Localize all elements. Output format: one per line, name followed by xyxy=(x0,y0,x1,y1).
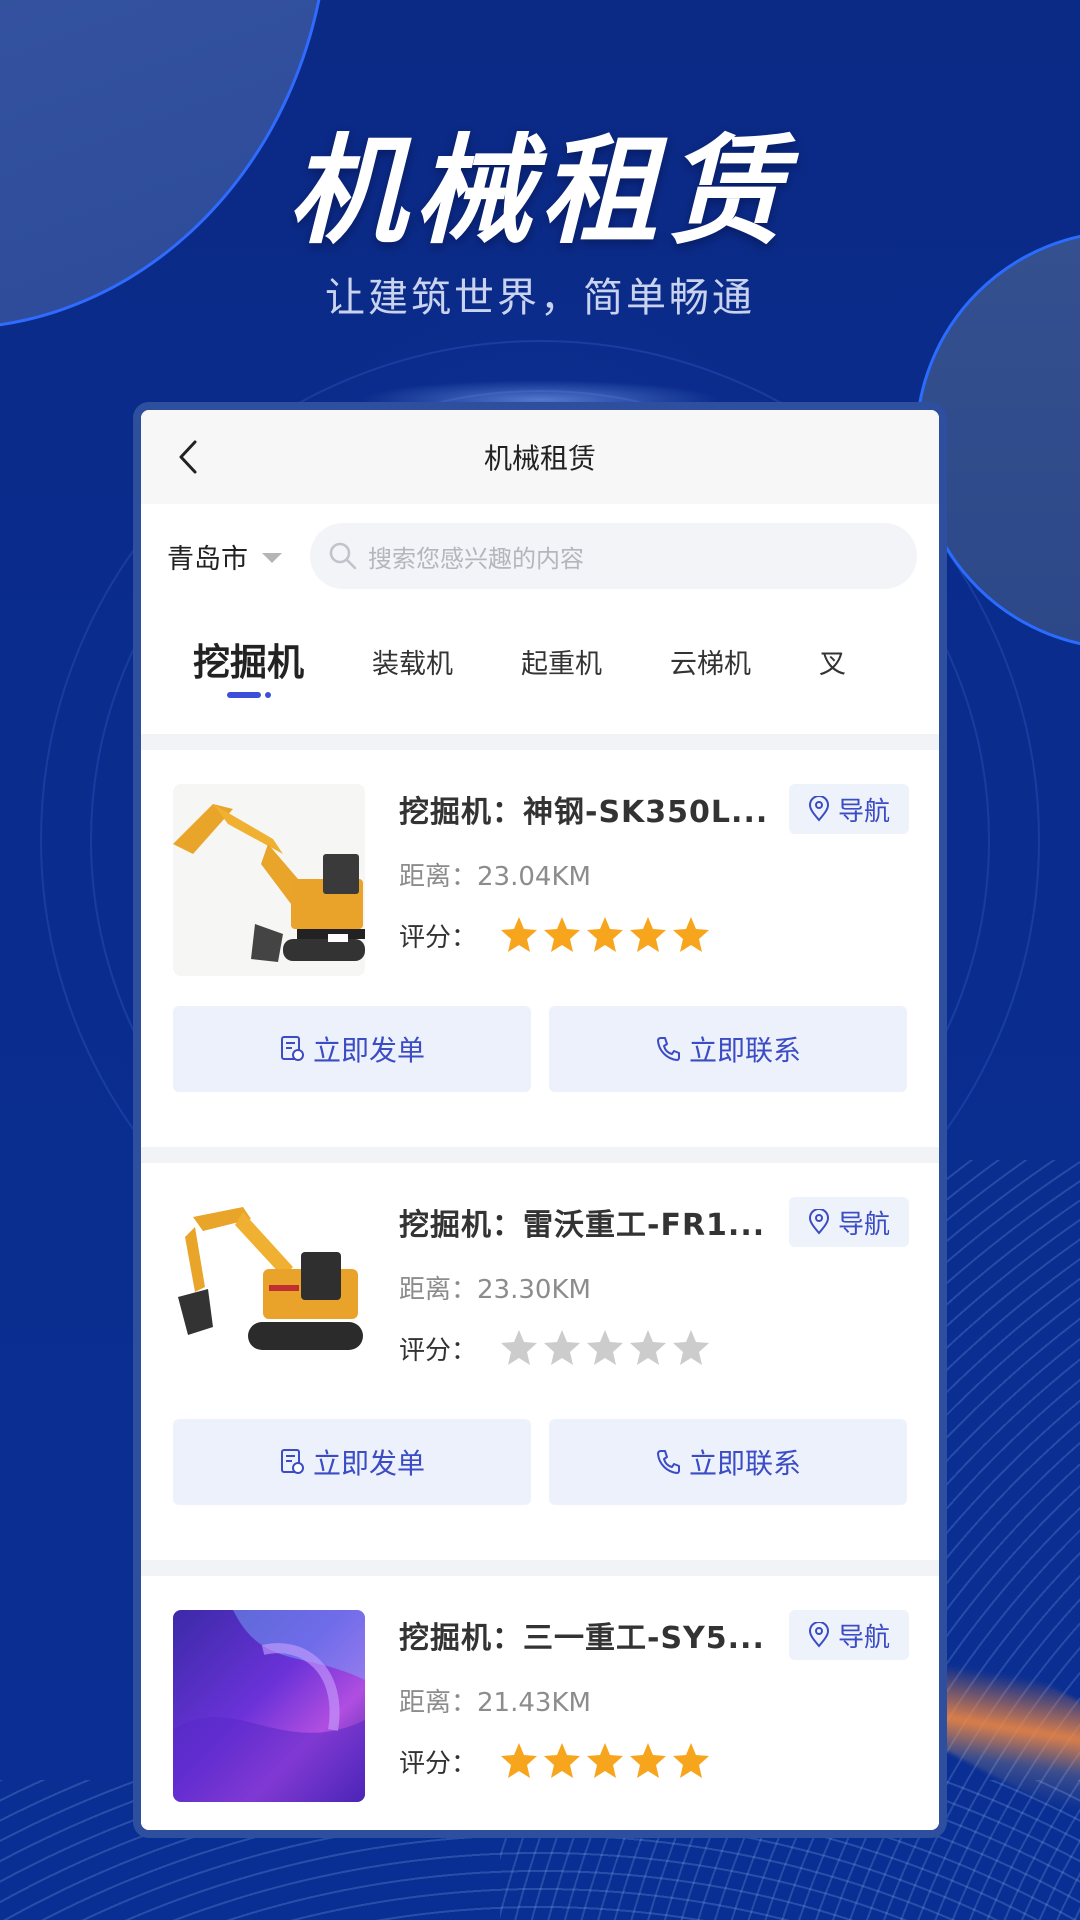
navigate-button[interactable]: 导航 xyxy=(789,1610,909,1660)
location-pin-icon xyxy=(808,1209,829,1235)
excavator-image xyxy=(173,784,365,976)
abstract-image xyxy=(173,1610,365,1802)
hero-title: 机械租赁 xyxy=(287,122,792,260)
app-screen: 机械租赁 青岛市 搜索您感兴趣的内容 挖掘机 装载机 起重机 云梯机 叉 挖掘机… xyxy=(133,402,947,1838)
star-rating xyxy=(499,1741,714,1781)
order-button[interactable]: 立即发单 xyxy=(173,1419,531,1505)
tab-label: 起重机 xyxy=(521,649,602,680)
tab-excavator[interactable]: 挖掘机 xyxy=(193,608,304,698)
order-label: 立即发单 xyxy=(312,1447,425,1480)
search-input[interactable]: 搜索您感兴趣的内容 xyxy=(310,523,917,589)
star-icon xyxy=(544,917,581,952)
item-title: 挖掘机：神钢-SK350L... xyxy=(399,795,769,830)
phone-icon xyxy=(655,1035,681,1063)
document-icon xyxy=(279,1448,305,1476)
rating-label: 评分： xyxy=(399,1335,478,1366)
star-icon xyxy=(501,1743,538,1778)
location-pin-icon xyxy=(808,796,829,822)
star-icon xyxy=(587,1330,624,1365)
tab-crane[interactable]: 起重机 xyxy=(521,608,602,681)
star-icon xyxy=(587,1743,624,1778)
tab-loader[interactable]: 装载机 xyxy=(372,608,453,681)
rating: 评分： xyxy=(399,915,909,955)
contact-label: 立即联系 xyxy=(688,1447,801,1480)
star-rating xyxy=(499,1328,714,1368)
navigate-label: 导航 xyxy=(837,1622,890,1653)
star-icon xyxy=(673,1330,710,1365)
order-button[interactable]: 立即发单 xyxy=(173,1006,531,1092)
navbar: 机械租赁 xyxy=(141,410,939,504)
order-label: 立即发单 xyxy=(312,1034,425,1067)
item-title: 挖掘机：三一重工-SY5... xyxy=(399,1621,765,1656)
caret-down-icon xyxy=(262,553,282,563)
navigate-button[interactable]: 导航 xyxy=(789,784,909,834)
rating: 评分： xyxy=(399,1328,909,1368)
search-row: 青岛市 搜索您感兴趣的内容 xyxy=(141,504,939,608)
category-tabs: 挖掘机 装载机 起重机 云梯机 叉 xyxy=(141,608,939,734)
tab-forklift[interactable]: 叉 xyxy=(819,608,846,681)
phone-icon xyxy=(655,1448,681,1476)
city-label: 青岛市 xyxy=(167,543,248,575)
tab-label: 叉 xyxy=(819,649,846,680)
contact-button[interactable]: 立即联系 xyxy=(549,1419,907,1505)
item-title: 挖掘机：雷沃重工-FR1... xyxy=(399,1208,766,1243)
list-item[interactable]: 挖掘机：三一重工-SY5... 导航 距离：21.43KM 评分： xyxy=(141,1576,939,1830)
tab-indicator xyxy=(226,692,271,698)
star-icon xyxy=(587,917,624,952)
page-title: 机械租赁 xyxy=(483,442,596,475)
tab-label: 挖掘机 xyxy=(193,641,304,684)
star-icon xyxy=(630,1330,667,1365)
search-placeholder: 搜索您感兴趣的内容 xyxy=(368,544,584,573)
contact-label: 立即联系 xyxy=(688,1034,801,1067)
list-item[interactable]: 挖掘机：雷沃重工-FR1... 导航 距离：23.30KM 评分： 立即发单 立… xyxy=(141,1163,939,1560)
rating: 评分： xyxy=(399,1741,909,1781)
star-icon xyxy=(501,1330,538,1365)
list-item[interactable]: 挖掘机：神钢-SK350L... 导航 距离：23.04KM 评分： 立即发单 xyxy=(141,750,939,1147)
tab-ladder[interactable]: 云梯机 xyxy=(670,608,751,681)
star-icon xyxy=(630,917,667,952)
excavator-image xyxy=(173,1197,365,1389)
distance: 距离：23.30KM xyxy=(399,1275,591,1305)
star-rating xyxy=(499,915,714,955)
tab-label: 云梯机 xyxy=(670,649,751,680)
chevron-left-icon[interactable] xyxy=(163,432,213,482)
navigate-label: 导航 xyxy=(837,796,890,827)
distance: 距离：23.04KM xyxy=(399,862,591,892)
star-icon xyxy=(673,917,710,952)
navigate-label: 导航 xyxy=(837,1209,890,1240)
hero-subtitle: 让建筑世界，简单畅通 xyxy=(325,275,755,321)
star-icon xyxy=(544,1743,581,1778)
star-icon xyxy=(544,1330,581,1365)
distance: 距离：21.43KM xyxy=(399,1688,591,1718)
star-icon xyxy=(630,1743,667,1778)
rating-label: 评分： xyxy=(399,922,478,953)
tab-label: 装载机 xyxy=(372,649,453,680)
search-icon xyxy=(329,542,357,570)
star-icon xyxy=(501,917,538,952)
location-pin-icon xyxy=(808,1622,829,1648)
city-selector[interactable]: 青岛市 xyxy=(167,537,282,576)
star-icon xyxy=(673,1743,710,1778)
contact-button[interactable]: 立即联系 xyxy=(549,1006,907,1092)
navigate-button[interactable]: 导航 xyxy=(789,1197,909,1247)
rating-label: 评分： xyxy=(399,1748,478,1779)
document-icon xyxy=(279,1035,305,1063)
